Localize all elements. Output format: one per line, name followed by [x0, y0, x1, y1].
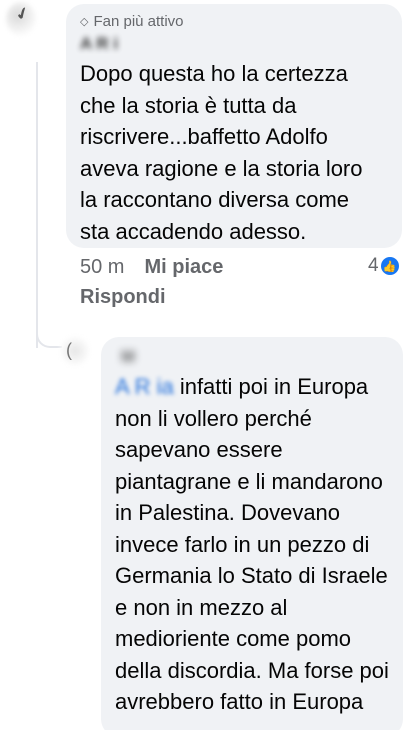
reaction-summary[interactable]: 4 👍: [368, 255, 399, 277]
comment-thread: ✔ ◇ Fan più attivo A R i Dopo questa ho …: [0, 0, 412, 730]
mention-link[interactable]: A R ia: [115, 374, 174, 399]
badge-label: Fan più attivo: [93, 12, 184, 30]
reply-text: A R ia infatti poi in Europa non li voll…: [115, 371, 389, 718]
comment-author[interactable]: A R i: [80, 32, 388, 56]
reply-button[interactable]: Rispondi: [80, 286, 166, 309]
top-fan-badge: ◇ Fan più attivo: [80, 10, 388, 32]
comment-timestamp[interactable]: 50 m: [80, 256, 124, 279]
thread-connector-curve: [36, 318, 62, 348]
reply-avatar[interactable]: [60, 336, 90, 366]
reaction-count: 4: [368, 255, 379, 276]
avatar-glyph-reply: (: [66, 340, 72, 360]
comment-text: Dopo questa ho la certezza che la storia…: [80, 61, 363, 244]
reply-author[interactable]: M: [121, 347, 389, 367]
diamond-icon: ◇: [80, 15, 89, 28]
comment-bubble: ◇ Fan più attivo A R i Dopo questa ho la…: [66, 4, 402, 248]
like-button[interactable]: Mi piace: [144, 256, 223, 279]
comment-actions: 50 m Mi piace: [80, 256, 223, 279]
reply-body: infatti poi in Europa non li vollero per…: [115, 374, 389, 714]
thread-connector-line: [36, 62, 38, 348]
reply-bubble: M A R ia infatti poi in Europa non li vo…: [101, 337, 403, 730]
like-icon: 👍: [380, 257, 399, 275]
